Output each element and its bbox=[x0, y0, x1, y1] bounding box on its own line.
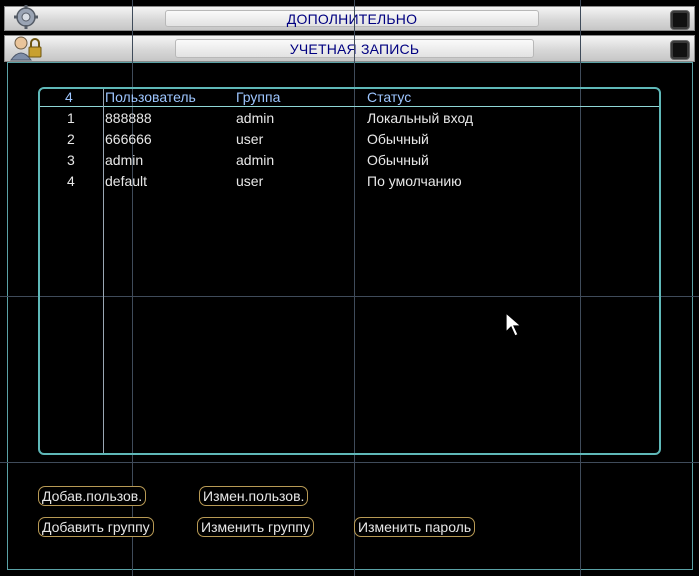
users-lock-icon bbox=[10, 36, 42, 61]
table-row-group[interactable]: admin bbox=[236, 152, 274, 168]
table-row-user[interactable]: default bbox=[105, 173, 147, 189]
title-bar-account: УЧЕТНАЯ ЗАПИСЬ bbox=[4, 35, 695, 62]
edit-user-button[interactable]: Измен.пользов. bbox=[199, 486, 309, 506]
table-row-user[interactable]: admin bbox=[105, 152, 143, 168]
add-group-button[interactable]: Добавить группу bbox=[38, 517, 154, 537]
table-row-status[interactable]: Обычный bbox=[367, 131, 429, 147]
table-row-num[interactable]: 3 bbox=[67, 152, 75, 168]
change-password-button[interactable]: Изменить пароль bbox=[354, 517, 476, 537]
table-row-group[interactable]: user bbox=[236, 173, 263, 189]
close-icon[interactable] bbox=[670, 10, 690, 30]
header-num: 4 bbox=[65, 89, 73, 105]
header-status[interactable]: Статус bbox=[367, 89, 411, 105]
settings-gear-icon bbox=[14, 5, 38, 29]
table-row-num[interactable]: 2 bbox=[67, 131, 75, 147]
add-user-button[interactable]: Добав.пользов. bbox=[38, 486, 147, 506]
table-row-status[interactable]: Обычный bbox=[367, 152, 429, 168]
header-divider bbox=[40, 106, 659, 107]
close-icon[interactable] bbox=[670, 40, 690, 60]
mouse-cursor-icon bbox=[505, 312, 523, 337]
header-group[interactable]: Группа bbox=[236, 89, 280, 105]
header-user[interactable]: Пользователь bbox=[105, 89, 196, 105]
table-row-group[interactable]: user bbox=[236, 131, 263, 147]
table-row-group[interactable]: admin bbox=[236, 110, 274, 126]
table-row-num[interactable]: 4 bbox=[67, 173, 75, 189]
account-window: ДОПОЛНИТЕЛЬНО УЧЕТНАЯ ЗАПИСЬ 4 Пользоват… bbox=[0, 0, 699, 576]
edit-group-button[interactable]: Изменить группу bbox=[197, 517, 314, 537]
grid-line bbox=[0, 462, 699, 463]
table-row-num[interactable]: 1 bbox=[67, 110, 75, 126]
column-divider bbox=[103, 89, 104, 453]
table-row-status[interactable]: Локальный вход bbox=[367, 110, 473, 126]
table-row-status[interactable]: По умолчанию bbox=[367, 173, 462, 189]
window-title: ДОПОЛНИТЕЛЬНО bbox=[165, 10, 539, 27]
table-row-user[interactable]: 888888 bbox=[105, 110, 152, 126]
table-row-user[interactable]: 666666 bbox=[105, 131, 152, 147]
title-bar-advanced: ДОПОЛНИТЕЛЬНО bbox=[4, 5, 695, 31]
